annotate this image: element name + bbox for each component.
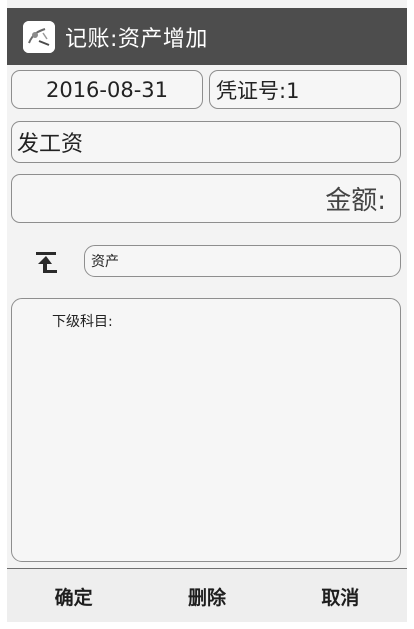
amount-label: 金额: [325, 186, 386, 216]
voucher-number-field[interactable]: 凭证号:1 [209, 70, 401, 109]
frame-edge-right [407, 0, 414, 629]
app-logo-icon [23, 20, 55, 53]
sub-accounts-label: 下级科目: [52, 314, 113, 330]
window-title: 记账:资产增加 [65, 26, 208, 52]
cancel-button[interactable]: 取消 [274, 569, 407, 623]
frame-edge-bottom [0, 622, 414, 629]
frame-edge-left [0, 0, 7, 629]
date-field[interactable]: 2016-08-31 [11, 70, 203, 109]
action-bar: 确定 删除 取消 [7, 568, 407, 623]
amount-field[interactable]: 金额: [11, 174, 401, 223]
level-up-button[interactable] [33, 249, 61, 277]
sub-accounts-panel[interactable]: 下级科目: [11, 298, 401, 562]
level-up-icon [36, 252, 57, 273]
summary-field[interactable]: 发工资 [11, 121, 401, 163]
app-window: 记账:资产增加 2016-08-31 凭证号:1 发工资 金额: 资产 下级科目… [0, 0, 414, 629]
title-bar: 记账:资产增加 [7, 8, 407, 65]
delete-button[interactable]: 删除 [140, 569, 273, 623]
account-field[interactable]: 资产 [84, 245, 401, 277]
confirm-button[interactable]: 确定 [7, 569, 140, 623]
